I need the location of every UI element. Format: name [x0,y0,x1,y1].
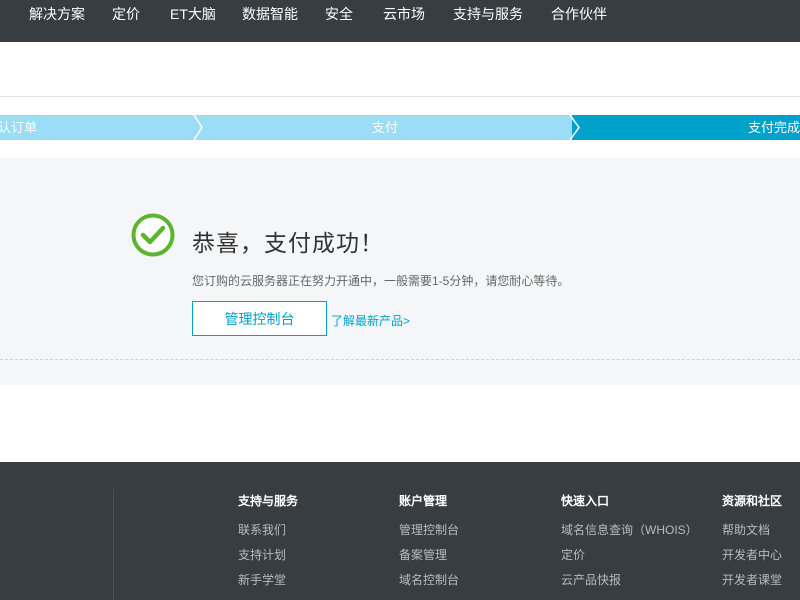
footer-link[interactable]: 管理控制台 [399,524,459,549]
footer-link[interactable]: 新手学堂 [238,574,298,599]
nav-item-marketplace[interactable]: 云市场 [383,0,425,30]
footer-link[interactable]: 云产品快报 [561,574,698,599]
step-separator-icon [193,115,203,140]
top-nav: 解决方案 定价 ET大脑 数据智能 安全 云市场 支持与服务 合作伙伴 [0,0,800,42]
nav-item-solutions[interactable]: 解决方案 [29,0,85,30]
step-separator-icon [569,115,582,140]
checkout-steps: 认订单 支付 支付完成 [0,115,800,140]
console-button[interactable]: 管理控制台 [192,301,327,336]
step-pay-label: 支付 [371,120,398,135]
nav-item-support[interactable]: 支持与服务 [453,0,523,30]
footer-link[interactable]: 开发者课堂 [722,574,782,599]
footer-column-title: 资源和社区 [722,494,783,508]
footer-column-support: 支持与服务 联系我们 支持计划 新手学堂 [238,492,298,599]
nav-item-security[interactable]: 安全 [325,0,353,30]
footer-column-resources: 资源和社区 帮助文档 开发者中心 开发者课堂 [722,492,782,599]
footer-link[interactable]: 备案管理 [399,549,459,574]
footer-link[interactable]: 开发者中心 [722,549,782,574]
step-payment-complete-label: 支付完成 [747,120,800,135]
step-confirm-order: 认订单 [0,115,198,140]
footer-link[interactable]: 联系我们 [238,524,298,549]
footer-link[interactable]: 定价 [561,549,698,574]
footer-column-account: 账户管理 管理控制台 备案管理 域名控制台 [399,492,459,599]
footer-link[interactable]: 帮助文档 [722,524,782,549]
divider [0,359,800,360]
footer-column-quick-access: 快速入口 域名信息查询（WHOIS） 定价 云产品快报 [561,492,698,599]
footer: 支持与服务 联系我们 支持计划 新手学堂 账户管理 管理控制台 备案管理 域名控… [0,462,800,600]
footer-link[interactable]: 域名控制台 [399,574,459,599]
status-description: 您订购的云服务器正在努力开通中，一般需要1-5分钟，请您耐心等待。 [192,274,570,288]
footer-column-title: 快速入口 [561,494,610,508]
footer-link[interactable]: 支持计划 [238,549,298,574]
step-confirm-order-label: 认订单 [0,120,38,135]
step-pay: 支付 [198,115,572,140]
nav-item-data-intelligence[interactable]: 数据智能 [242,0,298,30]
nav-item-et-brain[interactable]: ET大脑 [170,0,216,30]
nav-item-pricing[interactable]: 定价 [112,0,140,30]
footer-link[interactable]: 域名信息查询（WHOIS） [561,524,698,549]
footer-column-title: 账户管理 [399,494,448,508]
latest-products-link[interactable]: 了解最新产品> [331,312,410,329]
page-title: 恭喜，支付成功！ [192,230,384,256]
nav-item-partners[interactable]: 合作伙伴 [551,0,607,30]
footer-divider [113,489,114,600]
step-payment-complete: 支付完成 [572,115,800,140]
sub-header [0,42,800,97]
footer-column-title: 支持与服务 [238,494,299,508]
success-check-icon [131,213,175,257]
